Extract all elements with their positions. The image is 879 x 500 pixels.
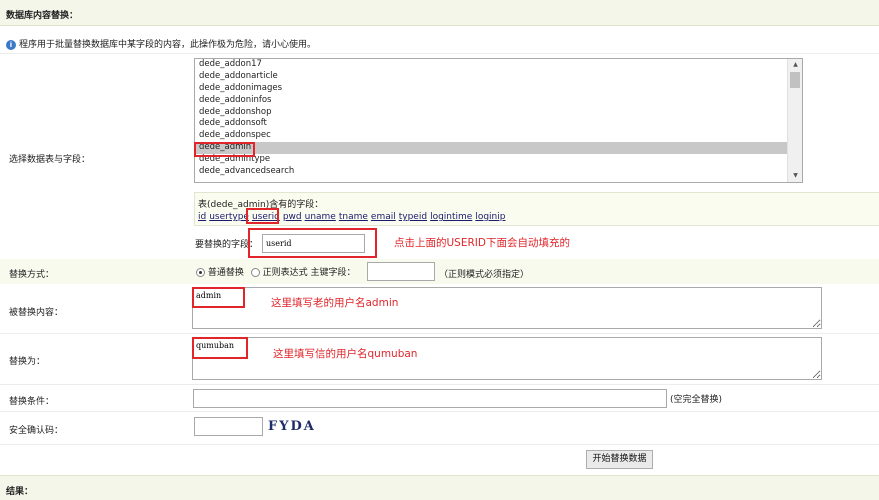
- annotation-new: 这里填写信的用户名qumuban: [273, 348, 418, 360]
- replace-mode-options: 普通替换 正则表达式 主键字段：: [196, 265, 356, 278]
- table-option[interactable]: dede_admin: [195, 142, 802, 155]
- radio-normal[interactable]: [196, 268, 205, 277]
- listbox-scrollbar[interactable]: ▲ ▼: [787, 59, 802, 182]
- table-option[interactable]: dede_advancedsearch: [195, 166, 802, 178]
- divider: [0, 444, 879, 445]
- result-bar: 结果：: [0, 475, 879, 500]
- field-link-uname[interactable]: uname: [305, 212, 336, 222]
- condition-input[interactable]: [193, 389, 667, 408]
- divider: [0, 333, 879, 334]
- regex-note: （正则模式必须指定）: [439, 270, 530, 280]
- section-title: 数据库内容替换：: [6, 11, 79, 21]
- table-option[interactable]: dede_addonspec: [195, 130, 802, 142]
- target-field-label: 要替换的字段：: [195, 240, 259, 250]
- field-link-tname[interactable]: tname: [339, 212, 368, 222]
- field-links: id usertype userid pwd uname tname email typeid…: [198, 212, 508, 222]
- field-link-usertype[interactable]: usertype: [209, 212, 249, 222]
- target-field-input[interactable]: [262, 234, 365, 253]
- table-option[interactable]: dede_addonarticle: [195, 71, 802, 83]
- captcha-image[interactable]: FYDA: [268, 419, 320, 435]
- table-option[interactable]: dede_addoninfos: [195, 95, 802, 107]
- info-icon: i: [6, 39, 16, 50]
- field-link-pwd[interactable]: pwd: [283, 212, 302, 222]
- divider: [0, 411, 879, 412]
- new-content-label: 替换为：: [9, 357, 46, 367]
- start-replace-button[interactable]: 开始替换数据: [586, 450, 653, 469]
- divider: [0, 53, 879, 54]
- field-link-email[interactable]: email: [371, 212, 396, 222]
- scroll-up-icon[interactable]: ▲: [788, 59, 802, 71]
- field-link-id[interactable]: id: [198, 212, 206, 222]
- field-panel: 表(dede_admin)含有的字段： id usertype userid pwd u…: [194, 192, 879, 226]
- scroll-down-icon[interactable]: ▼: [788, 170, 802, 182]
- field-panel-title: 表(dede_admin)含有的字段：: [198, 200, 324, 210]
- table-select-label: 选择数据表与字段：: [9, 155, 91, 165]
- table-option[interactable]: dede_addonimages: [195, 83, 802, 95]
- table-option[interactable]: dede_addonsoft: [195, 118, 802, 130]
- field-link-typeid[interactable]: typeid: [399, 212, 427, 222]
- divider: [0, 384, 879, 385]
- notice-text: 程序用于批量替换数据库中某字段的内容，此操作极为危险，请小心使用。: [19, 40, 317, 50]
- table-listbox[interactable]: dede_addon17 dede_addonarticle dede_addoni…: [194, 58, 803, 183]
- result-label: 结果：: [6, 487, 34, 497]
- captcha-input[interactable]: [194, 417, 263, 436]
- captcha-label: 安全确认码：: [9, 426, 64, 436]
- table-option[interactable]: dede_admintype: [195, 154, 802, 166]
- condition-label: 替换条件：: [9, 397, 55, 407]
- radio-normal-label: 普通替换: [207, 268, 244, 278]
- old-content-label: 被替换内容：: [9, 308, 64, 318]
- warning-notice: i 程序用于批量替换数据库中某字段的内容，此操作极为危险，请小心使用。: [6, 37, 316, 50]
- section-header: 数据库内容替换：: [0, 0, 879, 26]
- condition-note: (空完全替换): [670, 395, 723, 405]
- table-option[interactable]: dede_addon17: [195, 59, 802, 71]
- radio-regex-label: 正则表达式: [262, 268, 308, 278]
- replace-mode-label: 替换方式：: [9, 270, 55, 280]
- annotation-old: 这里填写老的用户名admin: [271, 297, 399, 309]
- annotation-target: 点击上面的USERID下面会自动填充的: [394, 237, 570, 249]
- radio-regex[interactable]: [250, 268, 260, 277]
- field-link-userid[interactable]: userid: [252, 212, 280, 222]
- primary-key-label: 主键字段：: [310, 268, 356, 278]
- scroll-thumb[interactable]: [790, 72, 800, 88]
- field-link-logintime[interactable]: logintime: [430, 212, 472, 222]
- primary-key-input[interactable]: [367, 262, 435, 281]
- table-option[interactable]: dede_addonshop: [195, 107, 802, 119]
- field-link-loginip[interactable]: loginip: [475, 212, 505, 222]
